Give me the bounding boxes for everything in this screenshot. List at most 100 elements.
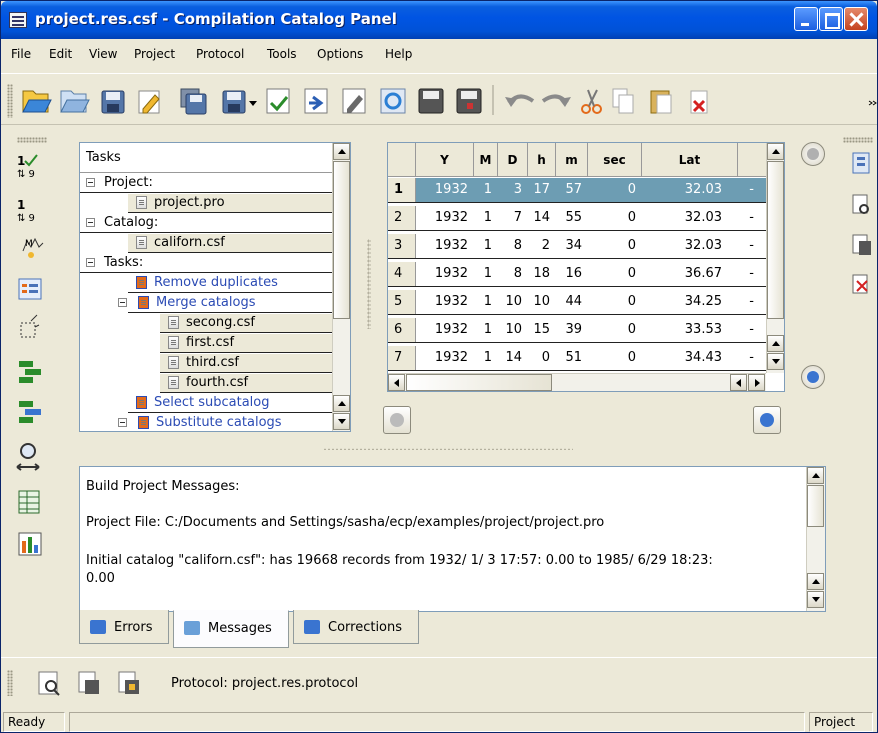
expander-icon[interactable]: [86, 178, 95, 187]
tree-item[interactable]: californ.csf: [128, 234, 332, 253]
sort-ascending-check-icon[interactable]: 1⇅ 9: [17, 154, 38, 180]
close-button[interactable]: [844, 7, 868, 31]
paste-icon[interactable]: [650, 90, 672, 114]
import-icon[interactable]: [266, 88, 290, 114]
table-cell[interactable]: 16: [556, 266, 582, 281]
tasks-scrollbar[interactable]: [332, 143, 350, 431]
table-cell[interactable]: 0: [588, 294, 636, 309]
catalog-copy-icon[interactable]: [852, 234, 871, 255]
table-cell[interactable]: 15: [528, 322, 550, 337]
table-cell[interactable]: 14: [498, 350, 522, 365]
table-cell[interactable]: 34.43: [642, 350, 722, 365]
table-scroll-right-button[interactable]: [748, 374, 765, 391]
table-cell[interactable]: 34.25: [642, 294, 722, 309]
open-project-icon[interactable]: [60, 90, 90, 113]
refresh-icon[interactable]: [380, 88, 406, 114]
table-cell[interactable]: 57: [556, 182, 582, 197]
catalog-table[interactable]: Y M D h m sec Lat 1 1932 1 3 17 57 0 32.03-2 193…: [387, 142, 785, 392]
tasks-tree[interactable]: Tasks Project: project.pro Catalog: califor…: [79, 142, 351, 432]
table-cell[interactable]: 1932: [416, 294, 468, 309]
table-cell[interactable]: 55: [556, 210, 582, 225]
table-row[interactable]: 5 1932 1 10 10 44 0 34.25 -: [388, 290, 768, 315]
table-scroll-left-button-right[interactable]: [730, 374, 747, 391]
table-cell[interactable]: 1: [474, 238, 492, 253]
edit-catalog-icon[interactable]: [342, 88, 366, 114]
table-cell[interactable]: 1932: [416, 210, 468, 225]
table-cell[interactable]: 0: [588, 266, 636, 281]
table-cell[interactable]: 7: [498, 210, 522, 225]
table-cell[interactable]: 39: [556, 322, 582, 337]
delete-icon[interactable]: [690, 90, 708, 114]
minimize-button[interactable]: [794, 7, 818, 31]
redo-icon[interactable]: [541, 94, 571, 107]
overflow-icon[interactable]: [868, 100, 877, 106]
table-scroll-thumb-vertical[interactable]: [767, 161, 784, 319]
table-row[interactable]: 7 1932 1 14 0 51 0 34.43 -: [388, 346, 768, 371]
catalog-info-icon[interactable]: [852, 152, 870, 174]
menu-protocol[interactable]: Protocol: [196, 47, 244, 61]
sort-ascending-icon[interactable]: 1⇅ 9: [17, 198, 35, 224]
table-cell[interactable]: 10: [528, 294, 550, 309]
table-scroll-up-button[interactable]: [767, 143, 784, 160]
tree-item[interactable]: Remove duplicates: [128, 274, 332, 293]
table-cell[interactable]: 34: [556, 238, 582, 253]
table-view-icon[interactable]: [18, 490, 40, 514]
table-cell[interactable]: 1: [474, 182, 492, 197]
tasks-scroll-down-button[interactable]: [333, 413, 350, 430]
table-cell[interactable]: 1: [474, 350, 492, 365]
view-protocol-icon[interactable]: [38, 671, 60, 696]
table-cell[interactable]: 0: [588, 182, 636, 197]
column-header-month[interactable]: M: [474, 143, 498, 177]
table-cell[interactable]: 0: [588, 350, 636, 365]
select-region-icon[interactable]: [20, 314, 40, 338]
table-cell[interactable]: 51: [556, 350, 582, 365]
row-number[interactable]: 5: [388, 290, 416, 314]
tree-item[interactable]: Project:: [80, 174, 332, 193]
tree-item[interactable]: Merge catalogs: [118, 294, 332, 313]
table-cell[interactable]: 36.67: [642, 266, 722, 281]
tasks-scroll-up-button[interactable]: [333, 143, 350, 160]
messages-scrollbar[interactable]: [806, 467, 825, 611]
table-cell[interactable]: 33.53: [642, 322, 722, 337]
table-cell[interactable]: 32.03: [642, 238, 722, 253]
tab-errors[interactable]: Errors: [79, 610, 169, 644]
column-header-hour[interactable]: h: [528, 143, 556, 177]
table-cell[interactable]: 17: [528, 182, 550, 197]
table-cell[interactable]: 1: [474, 294, 492, 309]
zoom-distance-icon[interactable]: [16, 443, 40, 471]
table-cell[interactable]: 2: [528, 238, 550, 253]
tree-item[interactable]: Tasks:: [80, 254, 332, 273]
edit-icon[interactable]: [138, 90, 160, 114]
table-cell[interactable]: 1932: [416, 182, 468, 197]
save-icon[interactable]: [101, 90, 125, 114]
tree-item[interactable]: Select subcatalog: [128, 394, 332, 413]
tree-item[interactable]: third.csf: [160, 354, 332, 373]
table-scrollbar-horizontal[interactable]: [388, 373, 766, 391]
table-row[interactable]: 3 1932 1 8 2 34 0 32.03 -: [388, 234, 768, 259]
table-cell[interactable]: 10: [498, 294, 522, 309]
scroll-last-button[interactable]: [753, 406, 781, 434]
column-header-year[interactable]: Y: [416, 143, 474, 177]
row-number[interactable]: 3: [388, 234, 416, 258]
table-cell[interactable]: 0: [588, 238, 636, 253]
messages-scroll-up-button-lower[interactable]: [807, 573, 824, 590]
save-catalog-alt-icon[interactable]: [456, 88, 482, 114]
histogram-icon[interactable]: [18, 532, 42, 556]
table-row[interactable]: 1 1932 1 3 17 57 0 32.03-: [388, 178, 768, 203]
save-protocol-as-icon[interactable]: [118, 671, 139, 694]
merge-icon[interactable]: [19, 361, 41, 383]
build-messages[interactable]: Build Project Messages: Project File: C:…: [79, 466, 826, 612]
tree-item[interactable]: secong.csf: [160, 314, 332, 333]
expander-icon[interactable]: [118, 298, 127, 307]
expander-icon[interactable]: [86, 218, 95, 227]
dropdown-arrow-icon[interactable]: [249, 101, 257, 106]
save-as-icon[interactable]: [222, 90, 246, 114]
table-cell[interactable]: 0: [588, 322, 636, 337]
table-scroll-left-button[interactable]: [388, 374, 405, 391]
cut-icon[interactable]: [581, 89, 602, 114]
menu-edit[interactable]: Edit: [49, 47, 72, 61]
table-row[interactable]: 4 1932 1 8 18 16 0 36.67 -: [388, 262, 768, 287]
table-cell[interactable]: 1: [474, 210, 492, 225]
table-cell[interactable]: 14: [528, 210, 550, 225]
tab-corrections[interactable]: Corrections: [293, 610, 419, 644]
